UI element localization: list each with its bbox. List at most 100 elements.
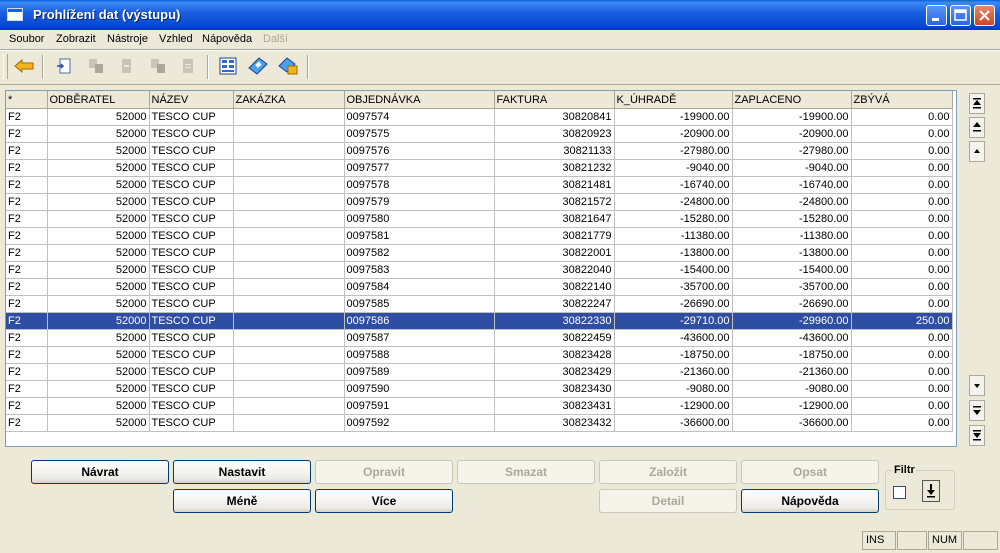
table-cell[interactable]: 0097586 <box>344 312 495 330</box>
table-cell[interactable]: F2 <box>6 108 48 126</box>
table-cell[interactable]: TESCO CUP <box>149 397 234 415</box>
table-cell[interactable]: 0097581 <box>344 227 495 245</box>
table-cell[interactable] <box>233 142 345 160</box>
calculator-button[interactable] <box>246 54 270 78</box>
table-row[interactable]: F2 52000 TESCO CUP 0097588 30823428 -18750.00… <box>6 346 953 364</box>
table-cell[interactable]: 0097577 <box>344 159 495 177</box>
scroll-last-button[interactable] <box>969 425 985 446</box>
table-cell[interactable]: -35700.00 <box>732 278 852 296</box>
col-header-faktura[interactable]: FAKTURA <box>494 91 615 109</box>
table-cell[interactable]: 0097575 <box>344 125 495 143</box>
table-cell[interactable]: 0.00 <box>851 261 953 279</box>
table-cell[interactable]: 30821572 <box>494 193 615 211</box>
close-button[interactable] <box>974 5 995 26</box>
table-cell[interactable]: -9080.00 <box>732 380 852 398</box>
col-header-marker[interactable]: * <box>6 91 48 109</box>
table-cell[interactable]: 0.00 <box>851 227 953 245</box>
table-cell[interactable]: -19900.00 <box>732 108 852 126</box>
data-grid[interactable]: * ODBĚRATEL NÁZEV ZAKÁZKA OBJEDNÁVKA FAK… <box>5 90 957 447</box>
table-cell[interactable]: F2 <box>6 397 48 415</box>
copy-down-button[interactable] <box>146 54 170 78</box>
menu-soubor[interactable]: Soubor <box>9 33 44 45</box>
table-cell[interactable]: 30821481 <box>494 176 615 194</box>
table-cell[interactable]: 0097590 <box>344 380 495 398</box>
table-cell[interactable]: 0097584 <box>344 278 495 296</box>
table-row[interactable]: F2 52000 TESCO CUP 0097591 30823431 -12900.00… <box>6 397 953 415</box>
table-cell[interactable]: TESCO CUP <box>149 108 234 126</box>
table-cell[interactable]: 0.00 <box>851 210 953 228</box>
table-cell[interactable]: 52000 <box>47 108 150 126</box>
table-cell[interactable]: -11380.00 <box>732 227 852 245</box>
table-cell[interactable]: F2 <box>6 295 48 313</box>
toolbar-grip[interactable] <box>3 54 8 79</box>
table-cell[interactable]: -43600.00 <box>732 329 852 347</box>
calendar-button[interactable] <box>276 54 300 78</box>
table-cell[interactable]: F2 <box>6 159 48 177</box>
table-cell[interactable]: 0097589 <box>344 363 495 381</box>
table-cell[interactable]: 250.00 <box>851 312 953 330</box>
table-cell[interactable]: 30822001 <box>494 244 615 262</box>
table-cell[interactable]: 30820841 <box>494 108 615 126</box>
table-cell[interactable]: TESCO CUP <box>149 227 234 245</box>
delete-record-button[interactable] <box>114 54 138 78</box>
table-cell[interactable]: TESCO CUP <box>149 329 234 347</box>
scroll-down-button[interactable] <box>969 375 985 396</box>
table-cell[interactable]: TESCO CUP <box>149 176 234 194</box>
table-cell[interactable]: -20900.00 <box>614 125 733 143</box>
table-cell[interactable]: F2 <box>6 278 48 296</box>
table-cell[interactable]: 0097574 <box>344 108 495 126</box>
table-cell[interactable]: 52000 <box>47 397 150 415</box>
table-cell[interactable]: -35700.00 <box>614 278 733 296</box>
table-cell[interactable]: 30821232 <box>494 159 615 177</box>
table-cell[interactable]: -26690.00 <box>614 295 733 313</box>
minimize-button[interactable] <box>926 5 947 26</box>
table-cell[interactable]: 52000 <box>47 261 150 279</box>
table-row[interactable]: F2 52000 TESCO CUP 0097586 30822330 -29710.00… <box>6 312 953 330</box>
mene-button[interactable]: Méně <box>173 489 311 513</box>
table-cell[interactable]: F2 <box>6 193 48 211</box>
table-cell[interactable]: F2 <box>6 312 48 330</box>
table-cell[interactable]: -36600.00 <box>614 414 733 432</box>
table-row[interactable]: F2 52000 TESCO CUP 0097584 30822140 -35700.00… <box>6 278 953 296</box>
table-cell[interactable]: -16740.00 <box>732 176 852 194</box>
table-cell[interactable]: 52000 <box>47 346 150 364</box>
table-row[interactable]: F2 52000 TESCO CUP 0097585 30822247 -26690.00… <box>6 295 953 313</box>
table-row[interactable]: F2 52000 TESCO CUP 0097577 30821232 -9040.00-… <box>6 159 953 177</box>
table-cell[interactable]: -20900.00 <box>732 125 852 143</box>
table-cell[interactable]: 30822330 <box>494 312 615 330</box>
table-cell[interactable]: 52000 <box>47 363 150 381</box>
new-record-button[interactable] <box>52 54 76 78</box>
table-cell[interactable]: F2 <box>6 210 48 228</box>
table-row[interactable]: F2 52000 TESCO CUP 0097587 30822459 -43600.00… <box>6 329 953 347</box>
table-cell[interactable]: TESCO CUP <box>149 159 234 177</box>
table-cell[interactable]: 30822140 <box>494 278 615 296</box>
table-cell[interactable]: 52000 <box>47 210 150 228</box>
table-cell[interactable] <box>233 210 345 228</box>
filter-apply-button[interactable] <box>922 480 940 502</box>
table-cell[interactable]: -13800.00 <box>614 244 733 262</box>
napoveda-button[interactable]: Nápověda <box>741 489 879 513</box>
table-row[interactable]: F2 52000 TESCO CUP 0097581 30821779 -11380.00… <box>6 227 953 245</box>
table-cell[interactable]: TESCO CUP <box>149 414 234 432</box>
col-header-zakazka[interactable]: ZAKÁZKA <box>233 91 345 109</box>
table-cell[interactable] <box>233 346 345 364</box>
menu-nastroje[interactable]: Nástroje <box>107 33 148 45</box>
maximize-button[interactable] <box>950 5 971 26</box>
table-cell[interactable] <box>233 295 345 313</box>
table-cell[interactable] <box>233 108 345 126</box>
table-row[interactable]: F2 52000 TESCO CUP 0097583 30822040 -15400.00… <box>6 261 953 279</box>
table-cell[interactable]: 0.00 <box>851 193 953 211</box>
table-cell[interactable]: -43600.00 <box>614 329 733 347</box>
table-cell[interactable]: 30821133 <box>494 142 615 160</box>
navrat-button[interactable]: Návrat <box>31 460 169 484</box>
table-cell[interactable]: 0097582 <box>344 244 495 262</box>
table-cell[interactable]: 0097592 <box>344 414 495 432</box>
table-cell[interactable]: 30823431 <box>494 397 615 415</box>
table-cell[interactable]: F2 <box>6 261 48 279</box>
table-cell[interactable]: TESCO CUP <box>149 295 234 313</box>
table-cell[interactable]: F2 <box>6 125 48 143</box>
table-cell[interactable]: -27980.00 <box>614 142 733 160</box>
table-cell[interactable]: 30822459 <box>494 329 615 347</box>
table-cell[interactable] <box>233 244 345 262</box>
table-cell[interactable]: 0.00 <box>851 414 953 432</box>
